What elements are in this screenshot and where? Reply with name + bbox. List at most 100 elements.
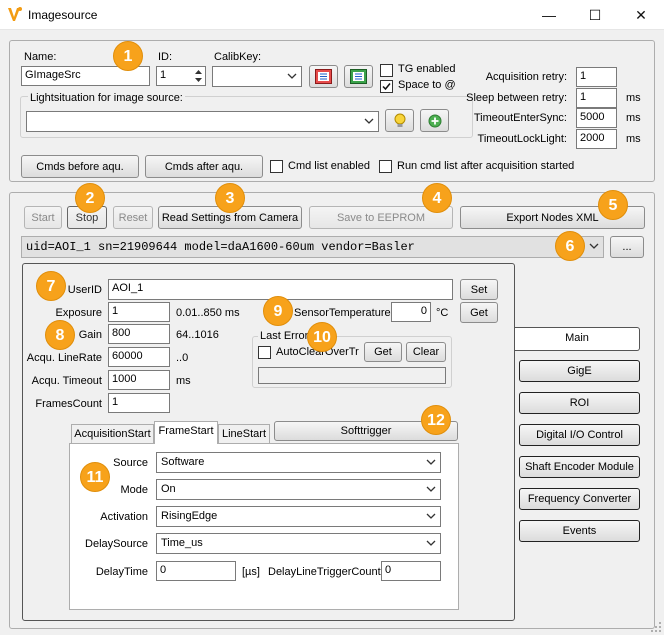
exposure-label: Exposure [55,307,102,319]
chevron-down-icon [589,243,599,249]
calib-red-button[interactable] [309,65,338,88]
sleep-input[interactable]: 1 [576,88,617,108]
minimize-button[interactable]: — [526,0,572,30]
source-label: Source [113,457,148,469]
exposure-input[interactable]: 1 [108,302,170,322]
add-light-button[interactable] [420,109,449,132]
sensor-temp-label: SensorTemperature [294,307,391,319]
linerate-label: Acqu. LineRate [26,352,102,364]
app-logo-icon [8,7,22,21]
annotation-badge-7: 7 [36,271,66,301]
cmd-list-enabled-checkbox[interactable] [270,160,283,173]
chevron-down-icon [287,73,297,79]
annotation-badge-6: 6 [555,231,585,261]
annotation-badge-1: 1 [113,41,143,71]
timeout-lock-unit: ms [626,133,641,145]
gain-range: 64..1016 [176,329,219,341]
maximize-button[interactable]: ☐ [572,0,618,30]
linerate-input[interactable]: 60000 [108,347,170,367]
calibration-grid-icon [315,69,332,84]
light-bulb-icon [394,113,405,127]
space-label: Space to @ [398,79,456,91]
tab-acquisition-start[interactable]: AcquisitionStart [71,424,154,444]
browse-button[interactable]: ... [610,236,644,258]
window-title: Imagesource [28,8,98,22]
sidebar-item-shaft-encoder[interactable]: Shaft Encoder Module [519,456,640,478]
device-select[interactable]: uid=AOI_1 sn=21909644 model=daA1600-60um… [21,236,604,258]
last-error-label: Last Error [258,330,311,342]
frames-input[interactable]: 1 [108,393,170,413]
timeout-enter-input[interactable]: 5000 [576,108,617,128]
annotation-badge-8: 8 [45,320,75,350]
checkmark-icon [382,83,391,91]
id-spin-arrows-icon[interactable] [192,67,205,85]
resize-grip-icon[interactable] [650,621,662,633]
name-label: Name: [24,51,57,63]
chevron-down-icon [364,118,374,124]
sensor-temp-value: 0 [391,302,431,322]
annotation-badge-4: 4 [422,183,452,213]
calib-green-button[interactable] [344,65,373,88]
lightsituation-label: Lightsituation for image source: [28,92,185,104]
sidebar-item-gige[interactable]: GigE [519,360,640,382]
annotation-badge-9: 9 [263,296,293,326]
error-clear-button[interactable]: Clear [406,342,446,362]
cmds-before-button[interactable]: Cmds before aqu. [21,155,139,178]
delaytime-input[interactable]: 0 [156,561,236,581]
cmd-list-enabled-label: Cmd list enabled [288,160,370,172]
delayline-input[interactable]: 0 [381,561,441,581]
gain-input[interactable]: 800 [108,324,170,344]
error-get-button[interactable]: Get [364,342,402,362]
sidebar-item-events[interactable]: Events [519,520,640,542]
annotation-badge-10: 10 [307,322,337,352]
sidebar-item-frequency-converter[interactable]: Frequency Converter [519,488,640,510]
reset-button[interactable]: Reset [113,206,153,229]
mode-select[interactable]: On [156,479,441,500]
sidebar-item-roi[interactable]: ROI [519,392,640,414]
calibkey-label: CalibKey: [214,51,262,63]
acq-retry-input[interactable]: 1 [576,67,617,87]
timeout-lock-label: TimeoutLockLight: [477,133,567,145]
error-text [258,367,446,384]
activation-label: Activation [100,511,148,523]
sidebar-item-digital-io[interactable]: Digital I/O Control [519,424,640,446]
chevron-down-icon [426,540,436,546]
timeout-lock-input[interactable]: 2000 [576,129,617,149]
annotation-badge-2: 2 [75,183,105,213]
tg-enabled-checkbox[interactable] [380,64,393,77]
delayline-label: DelayLineTriggerCount [268,566,381,578]
cmds-after-button[interactable]: Cmds after aqu. [145,155,263,178]
annotation-badge-12: 12 [421,405,451,435]
lightsituation-select[interactable] [26,111,379,132]
space-checkbox[interactable] [380,80,393,93]
activation-select[interactable]: RisingEdge [156,506,441,527]
acq-timeout-unit: ms [176,375,191,387]
tab-frame-start[interactable]: FrameStart [154,421,218,444]
sensor-temp-get-button[interactable]: Get [460,302,498,323]
frames-label: FramesCount [35,398,102,410]
calibkey-select[interactable] [212,66,302,87]
timeout-enter-label: TimeoutEnterSync: [473,112,567,124]
delaytime-label: DelayTime [95,566,148,578]
delaysource-select[interactable]: Time_us [156,533,441,554]
tab-line-start[interactable]: LineStart [218,424,270,444]
acq-timeout-input[interactable]: 1000 [108,370,170,390]
light-bulb-button[interactable] [385,109,414,132]
delaytime-unit: [µs] [242,566,260,578]
start-button[interactable]: Start [24,206,62,229]
calibration-grid-icon [350,69,367,84]
chevron-down-icon [426,486,436,492]
run-cmd-list-label: Run cmd list after acquisition started [397,160,575,172]
close-button[interactable]: ✕ [618,0,664,30]
auto-clear-checkbox[interactable] [258,346,271,359]
sidebar-item-main[interactable]: Main [515,327,640,351]
sidebar-anchor [515,320,516,321]
userid-set-button[interactable]: Set [460,279,498,300]
timeout-enter-unit: ms [626,112,641,124]
run-cmd-list-checkbox[interactable] [379,160,392,173]
acq-retry-label: Acquisition retry: [485,71,567,83]
source-select[interactable]: Software [156,452,441,473]
add-circle-icon [428,114,441,127]
linerate-range: ..0 [176,352,189,364]
acq-timeout-label: Acqu. Timeout [31,375,102,387]
